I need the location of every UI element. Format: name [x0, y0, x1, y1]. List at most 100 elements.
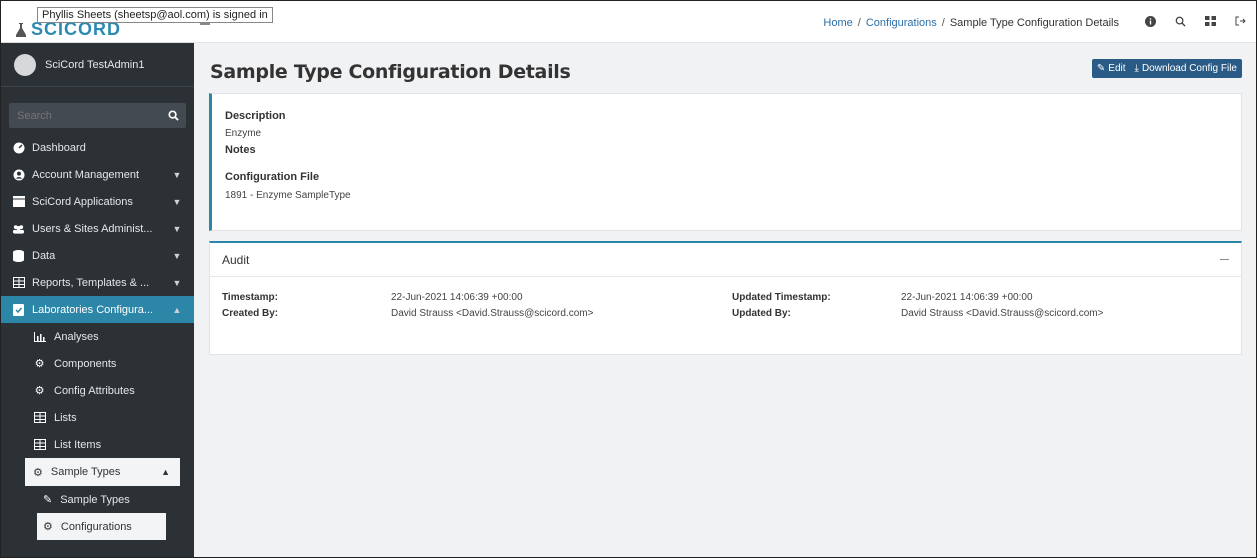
sidebar-item-account-management[interactable]: Account Management ▼	[1, 161, 194, 188]
cogs-icon: ⚙	[34, 358, 45, 370]
users-icon	[12, 222, 25, 235]
sidebar-item-label: Lists	[54, 411, 77, 424]
timestamp-label: Timestamp:	[222, 292, 278, 303]
sidebar-item-label: Sample Types	[60, 493, 130, 506]
chevron-down-icon: ▼	[172, 250, 182, 261]
breadcrumb-separator: /	[941, 17, 945, 29]
avatar	[14, 53, 36, 76]
search-icon	[167, 110, 179, 121]
page-title: Sample Type Configuration Details	[210, 61, 571, 83]
sidebar-item-label: Configurations	[60, 520, 132, 533]
collapse-icon[interactable]	[1220, 259, 1229, 260]
sidebar-item-configurations[interactable]: ⚙ Configurations	[37, 513, 166, 540]
sidebar-item-label: Account Management	[32, 168, 140, 181]
sidebar-item-sample-types-group[interactable]: ⚙ Sample Types ▲	[25, 458, 180, 486]
sidebar-item-label: Analyses	[54, 330, 99, 343]
chevron-down-icon: ▼	[172, 196, 182, 207]
sidebar-item-label: Users & Sites Administ...	[32, 222, 153, 235]
sidebar-item-label: SciCord Applications	[32, 195, 133, 208]
download-button-label: Download Config File	[1141, 63, 1237, 74]
sidebar: SCICORD Phyllis Sheets (sheetsp@aol.com)…	[1, 1, 273, 557]
sidebar-item-label: Data	[32, 249, 56, 262]
grid-icon[interactable]	[1204, 15, 1216, 27]
brand-area: SCICORD Phyllis Sheets (sheetsp@aol.com)…	[1, 1, 273, 43]
audit-header: Audit	[210, 243, 1241, 277]
configuration-file-value: 1891 - Enzyme SampleType	[225, 190, 351, 201]
user-circle-icon	[12, 168, 25, 181]
breadcrumb-home[interactable]: Home	[823, 17, 852, 29]
pencil-icon: ✎	[1096, 63, 1106, 74]
updated-by-value: David Strauss <David.Strauss@scicord.com…	[901, 308, 1104, 319]
sidebar-item-label: Dashboard	[32, 141, 86, 154]
sidebar-item-users-sites[interactable]: Users & Sites Administ... ▼	[1, 215, 194, 242]
breadcrumb-separator: /	[857, 17, 861, 29]
main-content: Sample Type Configuration Details ✎ Edit…	[194, 43, 1256, 557]
breadcrumb: Home / Configurations / Sample Type Configur…	[823, 17, 1119, 29]
app-window: SCICORD Phyllis Sheets (sheetsp@aol.com)…	[0, 0, 1257, 558]
sidebar-item-lists[interactable]: Lists	[1, 404, 194, 431]
search-input[interactable]	[9, 103, 160, 128]
sidebar-item-label: Sample Types	[50, 466, 121, 478]
user-name: SciCord TestAdmin1	[45, 58, 145, 71]
user-profile[interactable]: SciCord TestAdmin1	[1, 43, 194, 87]
chevron-up-icon: ▲	[161, 467, 170, 477]
cog-icon: ⚙	[34, 385, 45, 397]
edit-button-label: Edit	[1108, 63, 1126, 74]
audit-title: Audit	[222, 252, 250, 267]
sidebar-item-components[interactable]: ⚙ Components	[1, 350, 194, 377]
breadcrumb-configurations[interactable]: Configurations	[866, 17, 937, 29]
clipboard-check-icon	[12, 303, 25, 316]
sidebar-item-label: Laboratories Configura...	[32, 303, 154, 316]
sidebar-item-reports-templates[interactable]: Reports, Templates & ... ▼	[1, 269, 194, 296]
download-icon: ⤓	[1134, 63, 1139, 74]
timestamp-value: 22-Jun-2021 14:06:39 +00:00	[391, 292, 523, 303]
audit-card: Audit Timestamp: 22-Jun-2021 14:06:39 +0…	[209, 241, 1242, 355]
edit-button[interactable]: ✎ Edit	[1097, 63, 1126, 74]
audit-grid: Timestamp: 22-Jun-2021 14:06:39 +00:00 U…	[222, 292, 1229, 324]
description-label: Description	[225, 110, 286, 122]
sidebar-item-label: List Items	[54, 438, 102, 451]
table-icon	[12, 276, 25, 289]
table-icon	[33, 412, 46, 423]
pencil-icon: ✎	[43, 494, 53, 506]
chevron-up-icon: ▲	[172, 304, 182, 315]
audit-row: Timestamp: 22-Jun-2021 14:06:39 +00:00 U…	[222, 292, 1229, 308]
chevron-down-icon: ▼	[172, 223, 182, 234]
dashboard-icon	[12, 141, 25, 154]
sidebar-item-dashboard[interactable]: Dashboard	[1, 134, 194, 161]
updated-by-label: Updated By:	[732, 308, 791, 319]
updated-timestamp-label: Updated Timestamp:	[732, 292, 831, 303]
cog-icon: ⚙	[33, 466, 43, 479]
chevron-down-icon: ▼	[172, 169, 182, 180]
updated-timestamp-value: 22-Jun-2021 14:06:39 +00:00	[901, 292, 1033, 303]
info-icon[interactable]	[1144, 15, 1156, 27]
download-config-file-button[interactable]: ⤓ Download Config File	[1135, 63, 1237, 74]
configuration-file-label: Configuration File	[225, 171, 320, 183]
notes-label: Notes	[225, 144, 256, 156]
table-icon	[33, 439, 46, 450]
sidebar-item-list-items[interactable]: List Items	[1, 431, 194, 458]
search-icon[interactable]	[1174, 15, 1186, 27]
audit-row: Created By: David Strauss <David.Strauss…	[222, 308, 1229, 324]
sidebar-item-config-attributes[interactable]: ⚙ Config Attributes	[1, 377, 194, 404]
signed-in-tooltip: Phyllis Sheets (sheetsp@aol.com) is sign…	[37, 7, 273, 23]
action-button-group: ✎ Edit ⤓ Download Config File	[1091, 59, 1242, 78]
database-icon	[12, 249, 25, 262]
search-button[interactable]	[160, 103, 186, 128]
menu-toggle-icon[interactable]	[200, 23, 210, 25]
sidebar-search	[9, 103, 186, 128]
chart-icon	[33, 331, 46, 342]
sidebar-item-label: Components	[54, 357, 117, 370]
created-by-value: David Strauss <David.Strauss@scicord.com…	[391, 308, 594, 319]
details-card: Description Enzyme Notes Configuration F…	[209, 93, 1242, 231]
breadcrumb-current: Sample Type Configuration Details	[949, 17, 1119, 29]
sidebar-item-laboratories-configuration[interactable]: Laboratories Configura... ▲	[1, 296, 194, 323]
sign-out-icon[interactable]	[1234, 15, 1246, 27]
sidebar-item-analyses[interactable]: Analyses	[1, 323, 194, 350]
sidebar-item-data[interactable]: Data ▼	[1, 242, 194, 269]
sidebar-item-sample-types[interactable]: ✎ Sample Types	[1, 486, 194, 513]
cogs-icon: ⚙	[43, 521, 53, 533]
sidebar-item-label: Reports, Templates & ...	[32, 276, 150, 289]
top-icon-bar	[1144, 15, 1246, 27]
sidebar-item-scicord-applications[interactable]: SciCord Applications ▼	[1, 188, 194, 215]
